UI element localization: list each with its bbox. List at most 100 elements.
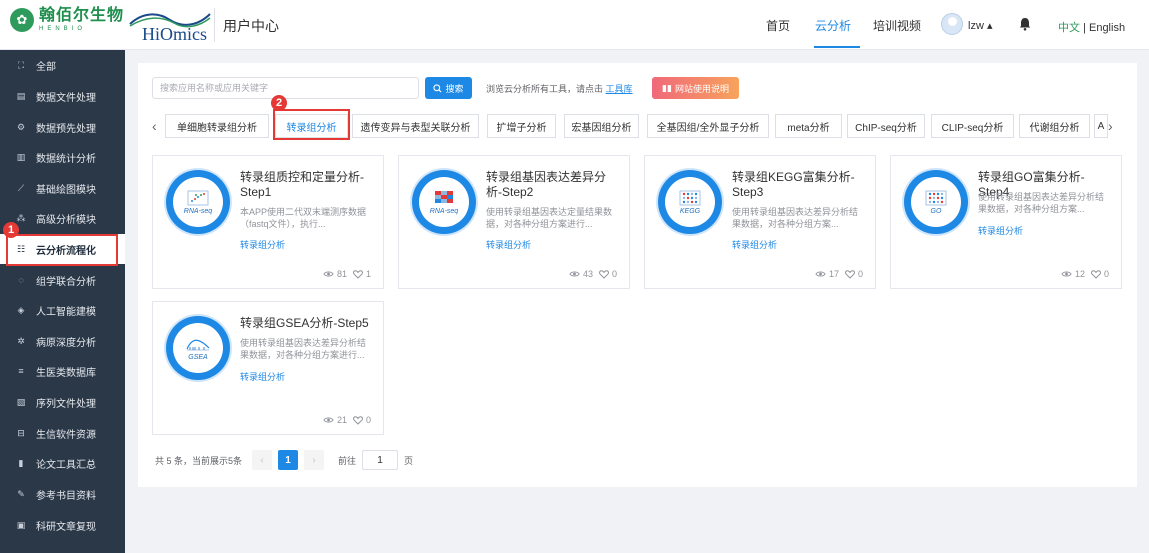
heart-icon[interactable]: [353, 415, 363, 425]
tab-metagenome[interactable]: 宏基因组分析: [564, 114, 639, 138]
tab-meta[interactable]: meta分析: [775, 114, 842, 138]
line-chart-icon: ⟋: [17, 182, 25, 193]
eye-icon: [323, 271, 334, 277]
sidebar-item-label: 数据文件处理: [36, 92, 96, 104]
rna-seq-icon: RNA-seq: [412, 170, 476, 234]
view-count: 12: [1074, 269, 1085, 279]
sidebar-item-database[interactable]: ≡ 生医类数据库: [0, 356, 125, 386]
user-menu[interactable]: lzw ▴: [968, 19, 992, 32]
kegg-icon: KEGG: [658, 170, 722, 234]
page-title: 用户中心: [223, 18, 279, 34]
app-card[interactable]: RNA-seq 转录组质控和定量分析-Step1 本APP使用二代双末端测序数据…: [152, 155, 384, 289]
sidebar-item-ai[interactable]: ◈ 人工智能建模: [0, 295, 125, 325]
sidebar-item-statistics[interactable]: ▥ 数据统计分析: [0, 142, 125, 172]
virus-icon: ✲: [17, 335, 25, 346]
heart-icon[interactable]: [599, 269, 609, 279]
app-card[interactable]: GSEA 转录组GSEA分析-Step5 使用转录组基因表达差异分析结果数据，对…: [152, 301, 384, 435]
article-icon: ▣: [16, 519, 26, 530]
lang-chinese[interactable]: 中文: [1058, 22, 1080, 34]
site-guide-label: 网站使用说明: [674, 83, 729, 94]
heart-icon[interactable]: [353, 269, 363, 279]
card-category-tag[interactable]: 转录组分析: [240, 238, 285, 251]
page-number-current[interactable]: 1: [278, 450, 299, 470]
sidebar-item-paper-tools[interactable]: ▮ 论文工具汇总: [0, 448, 125, 478]
nav-home[interactable]: 首页: [766, 17, 790, 34]
app-card[interactable]: RNA-seq 转录组基因表达差异分析-Step2 使用转录组基因表达定量结果数…: [398, 155, 630, 289]
like-count: 0: [857, 269, 863, 279]
card-title[interactable]: 转录组质控和定量分析-Step1: [240, 170, 375, 200]
card-title[interactable]: 转录组基因表达差异分析-Step2: [486, 170, 621, 200]
tab-single-cell[interactable]: 单细胞转录组分析: [165, 114, 269, 138]
card-category-tag[interactable]: 转录组分析: [978, 224, 1023, 237]
henbio-logo[interactable]: ✿ 翰佰尔生物 HENBIO: [10, 8, 124, 32]
sidebar-item-sequence[interactable]: ▧ 序列文件处理: [0, 387, 125, 417]
sidebar-item-all[interactable]: ⛶ 全部: [0, 50, 125, 80]
card-title[interactable]: 转录组GSEA分析-Step5: [240, 316, 375, 331]
app-card[interactable]: GO 转录组GO富集分析-Step4 使用转录组基因表达差异分析结果数据，对各种…: [890, 155, 1122, 289]
prev-page-button[interactable]: ‹: [252, 450, 273, 470]
pagination: 共 5 条，当前展示5条 ‹ 1 › 前往 1 页: [155, 450, 413, 470]
tabs-next-arrow[interactable]: ›: [1108, 118, 1113, 134]
next-page-button[interactable]: ›: [304, 450, 325, 470]
sidebar-item-basic-plot[interactable]: ⟋ 基础绘图模块: [0, 173, 125, 203]
eye-icon: [1061, 271, 1072, 277]
card-category-tag[interactable]: 转录组分析: [486, 238, 531, 251]
tab-amplicon[interactable]: 扩增子分析: [487, 114, 556, 138]
tab-chip-seq[interactable]: ChIP-seq分析: [847, 114, 925, 138]
heart-icon[interactable]: [1091, 269, 1101, 279]
gear-icon: ⚙: [16, 121, 26, 132]
sidebar-item-label: 病原深度分析: [36, 337, 96, 349]
sidebar-item-label: 论文工具汇总: [36, 459, 96, 471]
top-header: ✿ 翰佰尔生物 HENBIO HiOmics 用户中心 首页 云分析 培训视频 …: [0, 0, 1149, 50]
avatar[interactable]: [941, 13, 963, 35]
sidebar-item-pathogen[interactable]: ✲ 病原深度分析: [0, 326, 125, 356]
eye-icon: [569, 271, 580, 277]
sidebar-item-label: 生医类数据库: [36, 367, 96, 379]
hiomics-logo[interactable]: HiOmics: [128, 10, 212, 44]
card-category-tag[interactable]: 转录组分析: [732, 238, 777, 251]
icon-caption: GO: [930, 207, 942, 215]
sidebar-item-reproduce[interactable]: ▣ 科研文章复现: [0, 510, 125, 540]
toolbox-link[interactable]: 工具库: [606, 84, 633, 94]
search-button[interactable]: 搜索: [425, 77, 472, 99]
sidebar-item-data-file[interactable]: ▤ 数据文件处理: [0, 81, 125, 111]
language-switch[interactable]: 中文 | English: [1058, 19, 1125, 35]
tab-overflow[interactable]: A: [1094, 114, 1108, 138]
gsea-icon: GSEA: [166, 316, 230, 380]
search-input[interactable]: 搜索应用名称或应用关键字: [152, 77, 419, 99]
card-stats: 12 0: [1055, 269, 1109, 279]
tab-genetic-variation[interactable]: 遗传变异与表型关联分析: [352, 114, 479, 138]
sidebar-item-software[interactable]: ⊟ 生信软件资源: [0, 418, 125, 448]
bell-icon[interactable]: [1019, 17, 1031, 31]
heart-icon[interactable]: [845, 269, 855, 279]
tab-metabolome[interactable]: 代谢组分析: [1019, 114, 1090, 138]
card-category-tag[interactable]: 转录组分析: [240, 370, 285, 383]
card-description: 使用转录组基因表达差异分析结果数据，对各种分组方案...: [978, 192, 1105, 214]
goto-page-input[interactable]: 1: [362, 450, 399, 470]
pen-icon: ✎: [17, 488, 25, 499]
nav-training-video[interactable]: 培训视频: [873, 17, 921, 34]
book-icon: ▮▮: [662, 82, 672, 93]
step-badge-1: 1: [3, 222, 19, 238]
highlight-box-sidebar: [6, 234, 118, 266]
site-guide-button[interactable]: ▮▮ 网站使用说明: [652, 77, 739, 99]
tab-wgs-wes[interactable]: 全基因组/全外显子分析: [647, 114, 769, 138]
dot-matrix-icon: [925, 190, 947, 205]
dot-matrix-icon: [679, 190, 701, 205]
sidebar-item-references[interactable]: ✎ 参考书目资料: [0, 479, 125, 509]
card-title[interactable]: 转录组KEGG富集分析-Step3: [732, 170, 867, 200]
card-description: 使用转录组基因表达差异分析结果数据，对各种分组方案进行...: [240, 338, 367, 360]
sidebar-item-omics[interactable]: ◌ 组学联合分析: [0, 265, 125, 295]
sidebar-item-label: 科研文章复现: [36, 521, 96, 533]
sidebar-item-preprocess[interactable]: ⚙ 数据预先处理: [0, 112, 125, 142]
logo-cn-text: 翰佰尔生物: [39, 7, 125, 24]
sidebar-item-label: 全部: [36, 61, 56, 73]
lang-english[interactable]: English: [1089, 22, 1125, 34]
search-button-label: 搜索: [445, 83, 464, 94]
tabs-prev-arrow[interactable]: ‹: [152, 118, 157, 134]
grid-icon: ⛶: [17, 59, 25, 70]
tab-clip-seq[interactable]: CLIP-seq分析: [931, 114, 1014, 138]
app-card[interactable]: KEGG 转录组KEGG富集分析-Step3 使用转录组基因表达差异分析结果数据…: [644, 155, 876, 289]
nav-cloud-analysis[interactable]: 云分析: [815, 17, 851, 34]
goto-label: 前往: [338, 455, 357, 466]
